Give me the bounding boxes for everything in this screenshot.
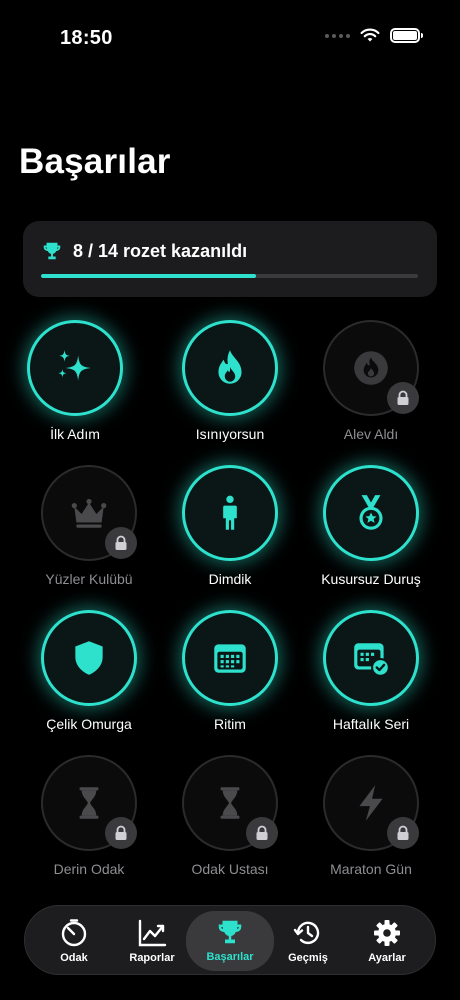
- badge-circle: [182, 320, 278, 416]
- hourglass-icon: [220, 787, 240, 819]
- badge-label: Kusursuz Duruş: [321, 571, 421, 587]
- tab-bar: Odak Raporlar Başarılar Geçmiş Ayarlar: [24, 905, 436, 975]
- badge-alev-aldi[interactable]: Alev Aldı: [296, 320, 446, 460]
- badge-circle: [323, 610, 419, 706]
- crown-icon: [71, 498, 107, 528]
- chart-line-icon: [138, 919, 167, 947]
- gear-icon: [374, 920, 400, 946]
- badge-label: Çelik Omurga: [46, 716, 132, 732]
- badge-dimdik[interactable]: Dimdik: [155, 465, 305, 605]
- badge-circle: [182, 465, 278, 561]
- badge-label: Haftalık Seri: [332, 716, 410, 732]
- badge-label: İlk Adım: [50, 426, 100, 442]
- badge-label: Odak Ustası: [191, 861, 269, 877]
- badge-maraton-gun[interactable]: Maraton Gün: [296, 755, 446, 895]
- badge-derin-odak[interactable]: Derin Odak: [14, 755, 164, 895]
- badge-label: Derin Odak: [53, 861, 125, 877]
- badge-label: Yüzler Kulübü: [45, 571, 133, 587]
- timer-icon: [61, 919, 87, 947]
- trophy-icon: [218, 920, 242, 944]
- flame-icon: [354, 351, 388, 385]
- badge-ritim[interactable]: Ritim: [155, 610, 305, 750]
- status-icons: [325, 28, 423, 43]
- sparkles-icon: [58, 350, 91, 381]
- history-icon: [293, 921, 320, 945]
- tab-label: Odak: [60, 952, 88, 964]
- status-time: 18:50: [60, 27, 113, 49]
- lock-icon: [387, 382, 419, 414]
- badge-label: Ritim: [214, 716, 246, 732]
- bolt-icon: [359, 785, 383, 821]
- standing-person-icon: [223, 495, 237, 530]
- tab-raporlar[interactable]: Raporlar: [111, 912, 193, 970]
- progress-track: [41, 274, 418, 278]
- lock-icon: [387, 817, 419, 849]
- tab-odak[interactable]: Odak: [33, 912, 115, 970]
- badge-isiniyorsun[interactable]: Isınıyorsun: [155, 320, 305, 460]
- badge-label: Alev Aldı: [343, 426, 399, 442]
- badge-circle: [182, 610, 278, 706]
- badge-circle: [27, 320, 123, 416]
- tab-label: Ayarlar: [368, 952, 406, 964]
- badge-ilk-adim[interactable]: İlk Adım: [0, 320, 150, 460]
- lock-icon: [105, 817, 137, 849]
- lock-icon: [246, 817, 278, 849]
- badge-circle: [41, 610, 137, 706]
- badge-haftalik-seri[interactable]: Haftalık Seri: [296, 610, 446, 750]
- badge-kusursuz-durus[interactable]: Kusursuz Duruş: [296, 465, 446, 605]
- badge-label: Isınıyorsun: [195, 426, 265, 442]
- lock-icon: [105, 527, 137, 559]
- page-title: Başarılar: [19, 142, 171, 181]
- badge-yuzler-kulubu[interactable]: Yüzler Kulübü: [14, 465, 164, 605]
- wifi-icon: [360, 28, 380, 42]
- calendar-icon: [214, 644, 246, 673]
- tab-label: Geçmiş: [288, 952, 328, 964]
- badge-label: Maraton Gün: [330, 861, 412, 877]
- progress-fill: [41, 274, 257, 278]
- status-bar: 18:50: [0, 0, 460, 60]
- shield-icon: [75, 641, 103, 675]
- tab-gecmis[interactable]: Geçmiş: [267, 912, 349, 970]
- progress-card: 8 / 14 rozet kazanıldı: [23, 221, 437, 297]
- calendar-check-icon: [354, 643, 390, 677]
- medal-icon: [359, 495, 383, 530]
- progress-text: 8 / 14 rozet kazanıldı: [73, 241, 248, 261]
- flame-icon: [218, 350, 242, 384]
- battery-icon: [390, 28, 423, 43]
- tab-ayarlar[interactable]: Ayarlar: [346, 912, 428, 970]
- cellular-signal-icon: [325, 33, 350, 38]
- badge-circle: [323, 465, 419, 561]
- trophy-icon: [43, 242, 61, 260]
- badge-celik-omurga[interactable]: Çelik Omurga: [14, 610, 164, 750]
- badge-label: Dimdik: [208, 571, 252, 587]
- tab-label: Raporlar: [129, 952, 175, 964]
- hourglass-icon: [79, 787, 99, 819]
- tab-basarilar[interactable]: Başarılar: [186, 911, 274, 971]
- tab-label: Başarılar: [206, 951, 254, 963]
- badge-odak-ustasi[interactable]: Odak Ustası: [155, 755, 305, 895]
